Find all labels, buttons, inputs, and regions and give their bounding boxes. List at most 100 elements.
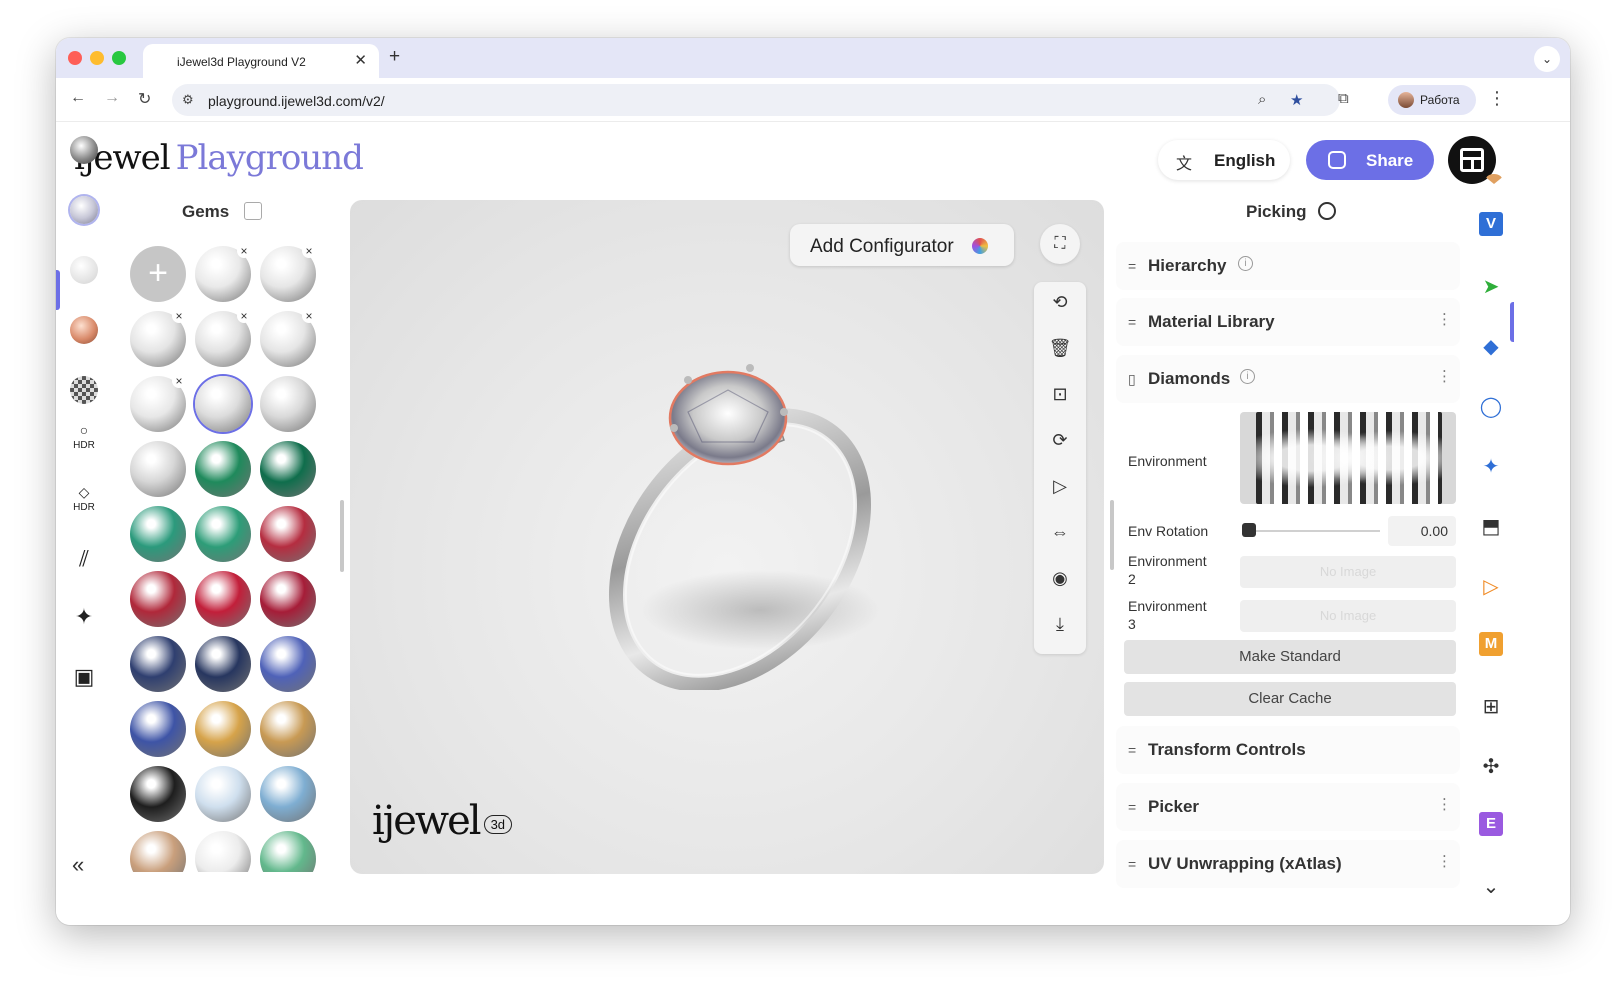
account-avatar[interactable] (1448, 136, 1502, 184)
picking-search-icon[interactable] (1318, 202, 1336, 220)
play-icon[interactable]: ▷ (1034, 476, 1086, 497)
gem-swatch[interactable] (195, 506, 251, 562)
fullscreen-icon[interactable]: ⛶ (1040, 224, 1080, 264)
environment-map-picker[interactable] (1240, 412, 1456, 504)
gem-swatch[interactable] (260, 831, 316, 872)
rail-item-rose-material[interactable] (56, 312, 112, 352)
rail-item-background-pattern[interactable]: ⫽ (56, 542, 112, 582)
gem-swatch[interactable] (195, 701, 251, 757)
forward-arrow-icon[interactable]: → (104, 89, 120, 107)
gem-swatch[interactable] (260, 506, 316, 562)
gem-swatch[interactable] (195, 376, 251, 432)
gem-swatch[interactable] (130, 636, 186, 692)
address-bar[interactable]: ⚙ playground.ijewel3d.com/v2/ ⌕ ★ (172, 84, 1340, 116)
rail-item-metal-material[interactable] (56, 132, 112, 172)
zoom-icon[interactable]: ⌕ (1258, 91, 1266, 108)
section-uv-unwrapping[interactable]: = UV Unwrapping (xAtlas) ⋮ (1116, 840, 1460, 888)
language-button[interactable]: 文 English (1158, 140, 1290, 180)
back-arrow-icon[interactable]: ← (70, 89, 86, 107)
bookmark-star-icon[interactable]: ★ (1290, 91, 1303, 109)
drag-handle-icon[interactable]: = (1128, 258, 1136, 274)
e-plugin-icon[interactable]: E (1479, 812, 1503, 836)
download-icon[interactable]: ⤓ (1034, 614, 1086, 635)
more-options-icon[interactable]: ⋮ (1437, 795, 1452, 813)
gem-swatch[interactable] (195, 636, 251, 692)
make-standard-button[interactable]: Make Standard (1124, 640, 1456, 674)
clear-cache-button[interactable]: Clear Cache (1124, 682, 1456, 716)
section-diamonds[interactable]: ▯ Diamonds i ⋮ (1116, 355, 1460, 403)
info-icon[interactable]: i (1240, 369, 1255, 384)
drag-handle-icon[interactable]: = (1128, 742, 1136, 758)
rail-item-effects[interactable]: ✦ (56, 600, 112, 640)
rail-item-pearl-material[interactable] (56, 252, 112, 292)
gem-swatch[interactable] (195, 441, 251, 497)
tab-search-chevron-icon[interactable]: ⌄ (1534, 46, 1560, 72)
more-chevron-icon[interactable]: ⌄ (1476, 872, 1506, 902)
gem-swatch[interactable] (195, 831, 251, 872)
info-icon[interactable]: i (1238, 256, 1253, 271)
gem-swatch[interactable] (260, 636, 316, 692)
gem-swatch[interactable] (130, 766, 186, 822)
section-transform-controls[interactable]: = Transform Controls (1116, 726, 1460, 774)
remove-gem-icon[interactable]: × (172, 374, 186, 388)
browser-tab[interactable]: iJewel3d Playground V2 ✕ (143, 44, 379, 78)
rail-item-pattern-material[interactable] (56, 372, 112, 412)
collapse-panel-icon[interactable]: « (72, 852, 84, 878)
camera-icon[interactable]: ◉ (1034, 568, 1086, 589)
rail-item-scene-image[interactable]: ▣ (56, 660, 112, 700)
gem-swatch[interactable] (260, 441, 316, 497)
focus-icon[interactable]: ⊡ (1034, 384, 1086, 405)
gem-swatch[interactable] (260, 701, 316, 757)
minimize-window-button[interactable] (90, 51, 104, 65)
auto-rotate-icon[interactable]: ⟳ (1034, 430, 1086, 451)
flip-icon[interactable]: ⇔ (1034, 522, 1086, 543)
sparkle-tool-icon[interactable]: ✦ (1476, 452, 1506, 482)
play-tool-icon[interactable]: ▷ (1476, 572, 1506, 602)
section-material-library[interactable]: = Material Library ⋮ (1116, 298, 1460, 346)
rail-item-hdr-environment[interactable]: ○ HDR (56, 422, 112, 462)
app-logo[interactable]: ijewel Playground (74, 138, 364, 178)
remove-gem-icon[interactable]: × (302, 246, 316, 258)
env-rotation-slider[interactable] (1242, 523, 1256, 537)
v-plugin-icon[interactable]: V (1479, 212, 1503, 236)
gem-swatch[interactable] (130, 701, 186, 757)
more-options-icon[interactable]: ⋮ (1437, 852, 1452, 870)
reload-icon[interactable]: ↻ (138, 89, 151, 109)
new-tab-button[interactable]: + (389, 46, 400, 68)
drag-handle-icon[interactable]: = (1128, 856, 1136, 872)
extensions-puzzle-icon[interactable]: ⧉ (1338, 90, 1349, 107)
rotate-view-icon[interactable]: ⟲ (1034, 292, 1086, 313)
section-picker[interactable]: = Picker ⋮ (1116, 783, 1460, 831)
gem-swatch[interactable] (260, 766, 316, 822)
drag-handle-icon[interactable]: = (1128, 314, 1136, 330)
maximize-window-button[interactable] (112, 51, 126, 65)
gem-swatch[interactable] (260, 376, 316, 432)
remove-gem-icon[interactable]: × (172, 309, 186, 323)
gems-library-icon[interactable] (244, 202, 262, 220)
m-plugin-icon[interactable]: M (1479, 632, 1503, 656)
environment3-picker[interactable]: No Image (1240, 600, 1456, 632)
remove-gem-icon[interactable]: × (237, 246, 251, 258)
tab-close-icon[interactable]: ✕ (354, 51, 367, 69)
ring-model[interactable] (570, 350, 890, 690)
grid-tool-icon[interactable]: ⊞ (1476, 692, 1506, 722)
right-panel-scrollbar[interactable] (1110, 500, 1114, 570)
delete-icon[interactable]: 🗑 (1034, 338, 1086, 359)
drag-handle-icon[interactable]: = (1128, 799, 1136, 815)
ring-tool-icon[interactable]: ◯ (1476, 392, 1506, 422)
environment2-picker[interactable]: No Image (1240, 556, 1456, 588)
drag-handle-icon[interactable]: ▯ (1128, 371, 1136, 388)
share-button[interactable]: Share (1306, 140, 1434, 180)
remove-gem-icon[interactable]: × (237, 309, 251, 323)
remove-gem-icon[interactable]: × (302, 309, 316, 323)
rail-item-gem-material[interactable] (56, 192, 112, 232)
section-hierarchy[interactable]: = Hierarchy i (1116, 242, 1460, 290)
gem-swatch[interactable] (130, 831, 186, 872)
gems-scrollbar[interactable] (340, 500, 344, 572)
add-configurator-button[interactable]: Add Configurator (790, 224, 1014, 266)
puzzle-tool-icon[interactable]: ✣ (1476, 752, 1506, 782)
env-rotation-track[interactable] (1250, 530, 1380, 532)
more-options-icon[interactable]: ⋮ (1437, 310, 1452, 328)
close-window-button[interactable] (68, 51, 82, 65)
gem-swatch[interactable] (130, 506, 186, 562)
